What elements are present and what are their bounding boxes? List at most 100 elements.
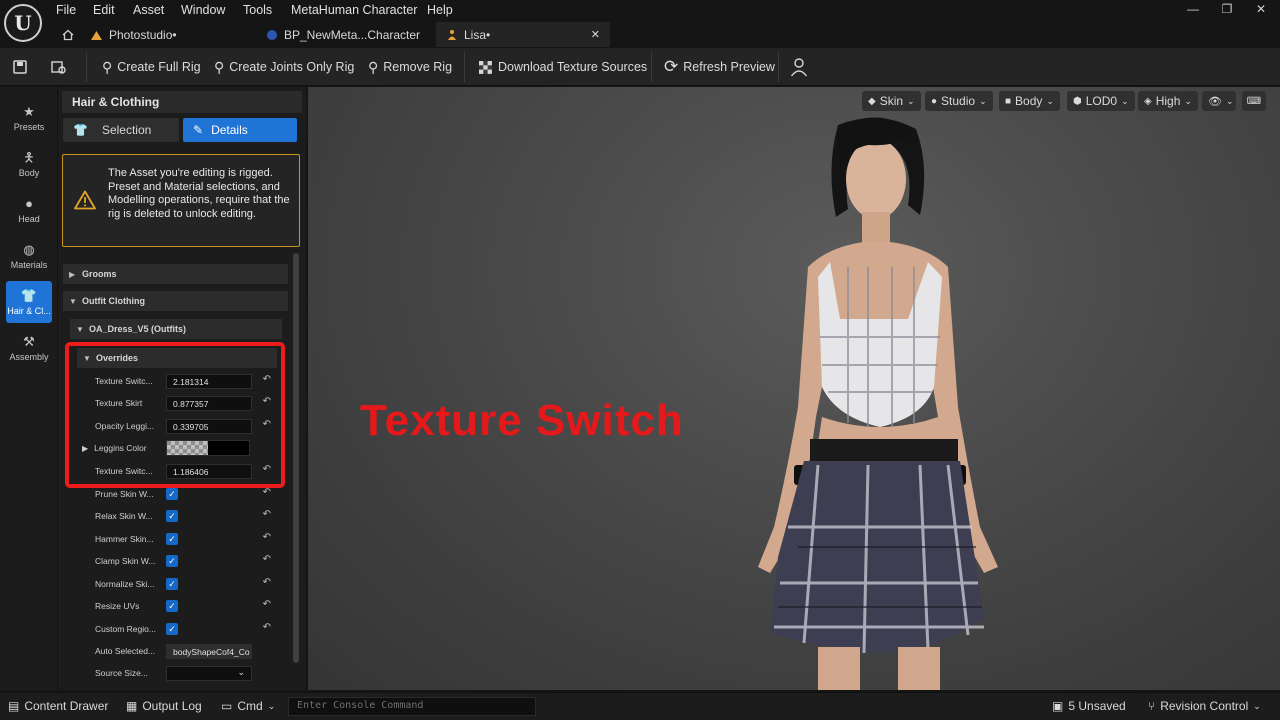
rail-item-head[interactable]: ● Head [6, 189, 52, 231]
chevron-down-icon: ⌄ [1253, 700, 1261, 711]
resize-uvs-checkbox[interactable]: ✓ [166, 600, 178, 612]
property-row-relax-skin: Relax Skin W... ✓ ↶ [78, 505, 277, 527]
skin-view-button[interactable]: ◆ Skin ⌄ [862, 91, 921, 111]
rig-icon: ⚲ [102, 58, 113, 75]
body-camera-button[interactable]: ■ Body ⌄ [999, 91, 1060, 111]
level-icon [91, 30, 102, 40]
menu-asset[interactable]: Asset [133, 3, 164, 17]
outfit-item-section[interactable]: ▼ OA_Dress_V5 (Outfits) [70, 319, 282, 339]
rail-item-body[interactable]: 🯅 Body [6, 143, 52, 185]
reset-icon[interactable]: ↶ [263, 487, 271, 498]
hammer-skin-checkbox[interactable]: ✓ [166, 533, 178, 545]
reset-icon[interactable]: ↶ [263, 532, 271, 543]
skin-view-label: Skin [879, 94, 904, 108]
source-size-dropdown[interactable]: ⌄ [166, 665, 252, 681]
reset-icon[interactable]: ↶ [263, 599, 271, 610]
relax-skin-checkbox[interactable]: ✓ [166, 510, 178, 522]
create-joints-only-rig-button[interactable]: ⚲ Create Joints Only Rig [214, 48, 354, 86]
studio-lighting-button[interactable]: ● Studio ⌄ [925, 91, 993, 111]
rail-item-presets[interactable]: ★ Presets [6, 97, 52, 139]
light-icon: ● [931, 95, 938, 107]
revision-control-button[interactable]: ⑂ Revision Control ⌄ [1148, 692, 1261, 720]
menu-edit[interactable]: Edit [93, 3, 115, 17]
output-log-button[interactable]: ▦ Output Log [126, 692, 202, 720]
chevron-down-icon: ⌄ [1046, 95, 1054, 106]
prune-skin-checkbox[interactable]: ✓ [166, 488, 178, 500]
restore-icon[interactable]: ❐ [1217, 2, 1237, 18]
unreal-logo-icon[interactable]: U [4, 4, 42, 42]
cmd-dropdown[interactable]: ▭ Cmd ⌄ [221, 692, 275, 720]
visibility-button[interactable]: 👁 ⌄ [1202, 91, 1236, 111]
tab-lisa[interactable]: Lisa• ✕ [436, 22, 610, 47]
toolbar-divider [464, 52, 465, 82]
property-row-hammer-skin: Hammer Skin... ✓ ↶ [78, 528, 277, 550]
edit-icon: ✎ [193, 123, 204, 137]
head-icon: ● [25, 195, 33, 211]
lod-label: LOD0 [1085, 94, 1118, 108]
menu-file[interactable]: File [56, 3, 76, 17]
rail-item-assembly[interactable]: ⚒ Assembly [6, 327, 52, 369]
caret-right-icon: ▶ [69, 269, 76, 279]
property-label: Resize UVs [95, 601, 140, 611]
selection-icon: 👕 [73, 123, 88, 137]
outfit-clothing-section[interactable]: ▼ Outfit Clothing [63, 291, 288, 311]
save-button[interactable] [12, 48, 28, 86]
unsaved-label: 5 Unsaved [1068, 699, 1126, 713]
menu-help[interactable]: Help [427, 3, 453, 17]
reset-icon[interactable]: ↶ [263, 509, 271, 520]
content-drawer-button[interactable]: ▤ Content Drawer [8, 692, 108, 720]
tab-photostudio[interactable]: Photostudio• [88, 22, 248, 47]
home-tab[interactable] [56, 22, 80, 47]
body-icon: 🯅 [23, 149, 35, 165]
details-label: Details [211, 123, 248, 137]
close-window-icon[interactable]: ✕ [1251, 2, 1271, 18]
property-row-custom-region: Custom Regio... ✓ ↶ [78, 618, 277, 640]
cmd-label: Cmd [237, 699, 263, 713]
menu-metahuman-character[interactable]: MetaHuman Character [291, 3, 417, 17]
auto-selected-value: bodyShapeCof4_Co [166, 643, 252, 659]
browse-asset-button[interactable] [50, 48, 68, 86]
create-full-rig-label: Create Full Rig [117, 60, 201, 74]
menu-window[interactable]: Window [181, 3, 225, 17]
user-button[interactable] [790, 48, 808, 86]
menu-tools[interactable]: Tools [243, 3, 272, 17]
normalize-skin-checkbox[interactable]: ✓ [166, 578, 178, 590]
character-viewport[interactable] [308, 87, 1280, 690]
refresh-preview-label: Refresh Preview [683, 60, 775, 74]
remove-rig-label: Remove Rig [383, 60, 453, 74]
download-texture-sources-label: Download Texture Sources [498, 60, 648, 74]
reset-icon[interactable]: ↶ [263, 577, 271, 588]
unsaved-button[interactable]: ▣ 5 Unsaved [1052, 692, 1126, 720]
create-full-rig-button[interactable]: ⚲ Create Full Rig [102, 48, 201, 86]
selection-tab[interactable]: 👕 Selection [63, 118, 179, 142]
close-tab-icon[interactable]: ✕ [591, 28, 600, 41]
quality-button[interactable]: ◈ High ⌄ [1138, 91, 1198, 111]
keyboard-button[interactable]: ⌨ [1242, 91, 1266, 111]
save-icon [13, 60, 27, 74]
clamp-skin-checkbox[interactable]: ✓ [166, 555, 178, 567]
reset-icon[interactable]: ↶ [263, 554, 271, 565]
grooms-section[interactable]: ▶ Grooms [63, 264, 288, 284]
property-row-normalize-skin: Normalize Ski... ✓ ↶ [78, 573, 277, 595]
skin-icon: ◆ [868, 95, 876, 107]
property-label: Clamp Skin W... [95, 556, 156, 566]
panel-scrollbar[interactable] [293, 253, 299, 663]
lod-button[interactable]: ⬢ LOD0 ⌄ [1067, 91, 1135, 111]
download-texture-sources-button[interactable]: Download Texture Sources [478, 48, 647, 86]
metahuman-icon [448, 29, 456, 40]
remove-rig-button[interactable]: ⚲ Remove Rig [368, 48, 452, 86]
custom-region-checkbox[interactable]: ✓ [166, 623, 178, 635]
reset-icon[interactable]: ↶ [263, 622, 271, 633]
property-label: Normalize Ski... [95, 579, 155, 589]
rail-item-hair-clothing[interactable]: 👕 Hair & Cl... [6, 281, 52, 323]
tab-label: Photostudio• [109, 27, 177, 42]
details-tab[interactable]: ✎ Details [183, 118, 297, 142]
rail-item-materials[interactable]: ◍ Materials [6, 235, 52, 277]
console-input[interactable]: Enter Console Command [288, 697, 536, 716]
property-row-auto-selected: Auto Selected... bodyShapeCof4_Co [78, 640, 277, 662]
tab-bp-newmeta-character[interactable]: BP_NewMeta...Character [266, 22, 426, 47]
refresh-preview-button[interactable]: ⟳ Refresh Preview [664, 48, 775, 86]
rail-label: Hair & Cl... [7, 305, 51, 316]
minimize-icon[interactable]: — [1183, 2, 1203, 18]
browse-icon [51, 61, 66, 74]
